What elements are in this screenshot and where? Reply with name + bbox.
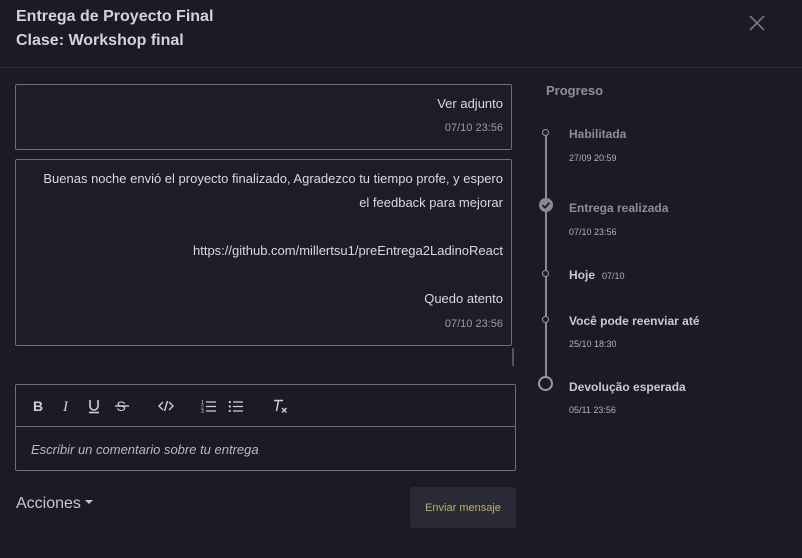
message-text: el feedback para mejorar [359, 195, 503, 210]
step-dot-icon [542, 129, 549, 136]
acciones-label: Acciones [16, 495, 81, 512]
bullet-list-icon[interactable] [228, 398, 244, 414]
message-bubble: Ver adjunto 07/10 23:56 [15, 84, 512, 150]
pending-circle-icon [538, 376, 553, 391]
editor-toolbar: B I S 123 [16, 385, 515, 427]
send-message-button[interactable]: Enviar mensaje [410, 487, 516, 528]
modal-subtitle: Clase: Workshop final [16, 32, 184, 49]
close-icon[interactable] [746, 12, 768, 34]
timeline-step-date: 27/09 20:59 [569, 153, 617, 163]
timeline-step-label: Habilitada [569, 127, 627, 141]
svg-text:3: 3 [201, 409, 204, 414]
timeline-step-label: Você pode reenviar até [569, 314, 700, 328]
modal-title: Entrega de Proyecto Final [16, 8, 214, 25]
svg-text:B: B [33, 398, 43, 414]
message-text: Buenas noche envió el proyecto finalizad… [43, 171, 503, 186]
comment-input[interactable] [16, 428, 515, 470]
message-bubble: Buenas noche envió el proyecto finalizad… [15, 159, 512, 346]
timeline-step-label-today: Hoje 07/10 [569, 268, 625, 282]
timeline-step-date: 07/10 23:56 [569, 227, 617, 237]
italic-icon[interactable]: I [59, 398, 75, 415]
timeline-step-label: Hoje [569, 268, 596, 282]
message-time: 07/10 23:56 [444, 122, 503, 134]
message-text: Quedo atento [424, 291, 503, 306]
strikethrough-icon[interactable]: S [114, 398, 130, 414]
code-icon[interactable] [158, 398, 174, 414]
caret-down-icon [84, 500, 93, 505]
timeline-step-date: 25/10 18:30 [569, 339, 617, 349]
timeline-line [545, 133, 547, 383]
check-circle-icon [539, 198, 553, 212]
timeline-step-label: Entrega realizada [569, 201, 669, 215]
step-dot-icon [542, 270, 549, 277]
underline-icon[interactable] [86, 398, 102, 414]
timeline-step-label: Devolução esperada [569, 380, 686, 394]
message-text: Ver adjunto [437, 96, 503, 111]
ordered-list-icon[interactable]: 123 [201, 398, 217, 415]
messages-scrollbar[interactable] [512, 348, 514, 366]
comment-editor: B I S 123 [15, 384, 516, 471]
clear-format-icon[interactable] [272, 398, 288, 414]
acciones-dropdown[interactable]: Acciones [16, 495, 93, 513]
progress-title: Progreso [546, 83, 604, 98]
message-link[interactable]: https://github.com/millertsu1/preEntrega… [193, 243, 503, 258]
timeline-step-date: 07/10 [602, 271, 625, 281]
timeline-step-date: 05/11 23:56 [569, 405, 616, 415]
modal-header: Entrega de Proyecto Final Clase: Worksho… [0, 0, 802, 68]
svg-text:I: I [62, 399, 69, 414]
step-dot-icon [542, 316, 549, 323]
bold-icon[interactable]: B [31, 398, 47, 414]
message-time: 07/10 23:56 [444, 318, 503, 330]
